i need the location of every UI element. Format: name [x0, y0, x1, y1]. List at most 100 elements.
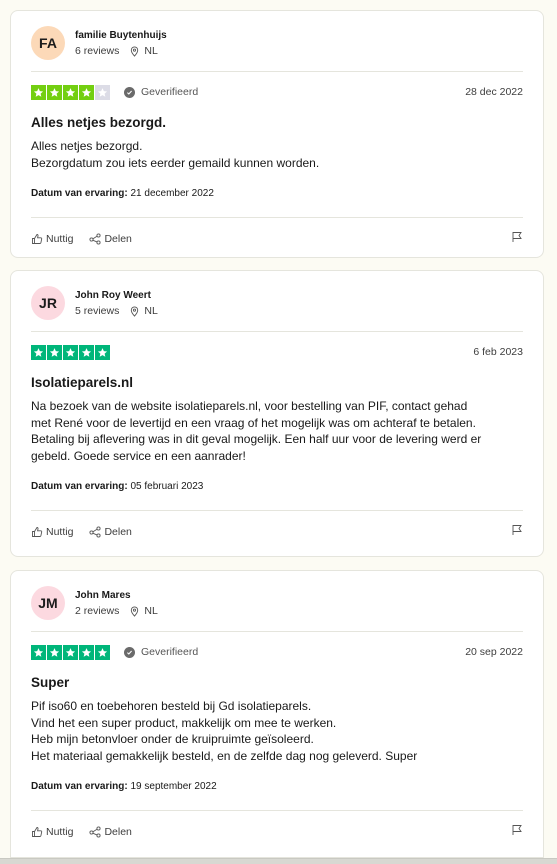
review-date: 6 feb 2023	[473, 346, 523, 358]
share-icon	[89, 826, 101, 838]
useful-label: Nuttig	[46, 826, 74, 838]
review-title[interactable]: Alles netjes bezorgd.	[31, 114, 523, 132]
review-header: FA familie Buytenhuijs 6 reviews NL	[31, 11, 523, 71]
share-icon	[89, 233, 101, 245]
review-body-line: Alles netjes bezorgd.	[31, 139, 143, 153]
rating-row: Geverifieerd 20 sep 2022	[31, 632, 523, 672]
consumer-info: familie Buytenhuijs 6 reviews NL	[75, 29, 167, 57]
report-button[interactable]	[511, 523, 523, 541]
flag-icon	[512, 825, 522, 835]
country: NL	[144, 305, 158, 317]
consumer-meta: 5 reviews NL	[75, 305, 158, 317]
consumer-meta: 6 reviews NL	[75, 45, 167, 57]
experience-date: Datum van ervaring: 19 september 2022	[31, 780, 523, 794]
share-button[interactable]: Delen	[89, 233, 132, 245]
thumbs-up-icon	[32, 234, 43, 244]
review-actions: Nuttig Delen	[31, 218, 523, 260]
star-icon	[95, 344, 110, 360]
review-body: Alles netjes bezorgd. Bezorgdatum zou ie…	[31, 138, 523, 171]
review-title[interactable]: Super	[31, 674, 523, 692]
review-body-line: Betaling bij aflevering was in dit geval…	[31, 432, 482, 446]
report-button[interactable]	[511, 823, 523, 841]
star-icon	[63, 644, 78, 660]
star-icon	[79, 84, 94, 100]
experience-value: 05 februari 2023	[130, 481, 204, 492]
report-button[interactable]	[511, 230, 523, 248]
share-button[interactable]: Delen	[89, 526, 132, 538]
star-icon	[63, 344, 78, 360]
star-icon	[79, 344, 94, 360]
experience-date: Datum van ervaring: 21 december 2022	[31, 187, 523, 201]
star-rating	[31, 644, 110, 660]
experience-label: Datum van ervaring:	[31, 481, 128, 492]
review-body: Na bezoek van de website isolatieparels.…	[31, 398, 523, 464]
reviews-count: 5 reviews	[75, 305, 120, 317]
consumer-name[interactable]: familie Buytenhuijs	[75, 29, 167, 42]
star-rating	[31, 344, 110, 360]
experience-value: 19 september 2022	[130, 781, 217, 792]
consumer-name[interactable]: John Roy Weert	[75, 289, 158, 302]
review-date: 28 dec 2022	[465, 86, 523, 98]
review-body-line: Het materiaal gemakkelijk besteld, en de…	[31, 748, 418, 763]
flag-icon	[512, 525, 522, 535]
experience-label: Datum van ervaring:	[31, 188, 128, 199]
star-icon	[31, 344, 46, 360]
star-icon	[31, 644, 46, 660]
review-date: 20 sep 2022	[465, 646, 523, 658]
consumer-info: John Mares 2 reviews NL	[75, 589, 158, 617]
review-header: JR John Roy Weert 5 reviews NL	[31, 271, 523, 331]
star-icon	[95, 84, 110, 100]
share-button[interactable]: Delen	[89, 826, 132, 838]
avatar[interactable]: JM	[31, 586, 65, 620]
location-pin-icon	[131, 45, 139, 57]
rating-row: 6 feb 2023	[31, 332, 523, 372]
review-card: JM John Mares 2 reviews NL Geverifieerd …	[10, 570, 544, 858]
share-label: Delen	[104, 526, 132, 538]
review-body-line: Heb mijn betonvloer onder de kruipruimte…	[31, 732, 314, 746]
check-circle-icon	[124, 86, 135, 98]
verified-badge[interactable]: Geverifieerd	[124, 646, 198, 658]
share-label: Delen	[104, 233, 132, 245]
review-header: JM John Mares 2 reviews NL	[31, 571, 523, 631]
verified-label: Geverifieerd	[141, 86, 199, 98]
star-icon	[95, 644, 110, 660]
experience-value: 21 december 2022	[130, 188, 214, 199]
verified-label: Geverifieerd	[141, 646, 199, 658]
review-body-line: Pif iso60 en toebehoren besteld bij Gd i…	[31, 699, 312, 713]
star-icon	[47, 344, 62, 360]
consumer-meta: 2 reviews NL	[75, 605, 158, 617]
review-title[interactable]: Isolatieparels.nl	[31, 374, 523, 392]
check-circle-icon	[124, 646, 135, 658]
star-icon	[47, 644, 62, 660]
review-actions: Nuttig Delen	[31, 511, 523, 553]
review-actions: Nuttig Delen	[31, 811, 523, 853]
review-body: Pif iso60 en toebehoren besteld bij Gd i…	[31, 698, 523, 764]
avatar[interactable]: FA	[31, 26, 65, 60]
useful-button[interactable]: Nuttig	[31, 233, 73, 245]
verified-badge[interactable]: Geverifieerd	[124, 86, 198, 98]
reviews-count: 6 reviews	[75, 45, 120, 57]
star-icon	[31, 84, 46, 100]
consumer-info: John Roy Weert 5 reviews NL	[75, 289, 158, 317]
country: NL	[144, 45, 158, 57]
review-card: FA familie Buytenhuijs 6 reviews NL Geve…	[10, 10, 544, 258]
review-body-line: gebeld. Goede service en een aanrader!	[31, 448, 246, 463]
star-icon	[63, 84, 78, 100]
flag-icon	[512, 232, 522, 242]
consumer-name[interactable]: John Mares	[75, 589, 158, 602]
share-label: Delen	[104, 826, 132, 838]
review-card: JR John Roy Weert 5 reviews NL 6 feb 202…	[10, 270, 544, 557]
share-icon	[89, 526, 101, 538]
experience-date: Datum van ervaring: 05 februari 2023	[31, 480, 523, 494]
useful-label: Nuttig	[46, 526, 74, 538]
star-icon	[47, 84, 62, 100]
useful-button[interactable]: Nuttig	[31, 826, 73, 838]
useful-button[interactable]: Nuttig	[31, 526, 73, 538]
review-body-line: met René voor de levertijd en een vraag …	[31, 415, 476, 430]
reviews-count: 2 reviews	[75, 605, 120, 617]
country: NL	[144, 605, 158, 617]
review-body-line: Na bezoek van de website isolatieparels.…	[31, 399, 468, 413]
star-icon	[79, 644, 94, 660]
avatar[interactable]: JR	[31, 286, 65, 320]
location-pin-icon	[131, 305, 139, 317]
